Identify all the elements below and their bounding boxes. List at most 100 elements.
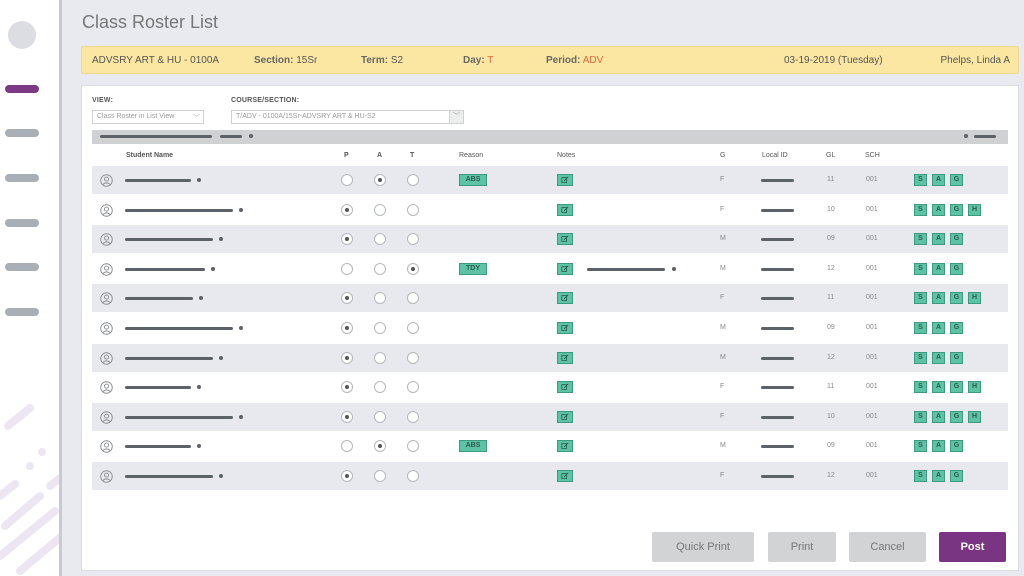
attendance-radio-a[interactable] [374,351,386,364]
print-button[interactable]: Print [768,532,836,562]
attendance-radio-p[interactable] [341,381,353,394]
tag-badge-a[interactable]: A [932,174,945,186]
attendance-radio-p[interactable] [341,470,353,482]
tag-badge-a[interactable]: A [932,203,945,216]
tag-badge-g[interactable]: G [950,262,963,275]
student-name-redacted[interactable] [125,208,233,212]
tag-badge-g[interactable]: G [950,233,963,246]
student-name-redacted[interactable] [125,386,191,390]
attendance-radio-t[interactable] [407,470,419,482]
edit-note-icon[interactable] [557,470,573,482]
tag-badge-s[interactable]: S [914,174,927,186]
reason-badge[interactable]: ABS [459,440,487,453]
quick-print-button[interactable]: Quick Print [652,532,754,562]
col-tardy[interactable]: T [410,152,414,159]
attendance-radio-p[interactable] [341,174,353,186]
attendance-radio-a[interactable] [374,262,386,275]
edit-note-icon[interactable] [557,262,573,275]
cancel-button[interactable]: Cancel [849,532,926,562]
course-section-select[interactable]: T/ADV - 0100A/15Sr-ADVSRY ART & HU-S2 ﹀ [231,110,464,124]
attendance-radio-a[interactable] [374,322,386,334]
edit-note-icon[interactable] [557,440,573,453]
student-name-redacted[interactable] [125,267,205,271]
col-present[interactable]: P [344,152,349,159]
tag-badge-s[interactable]: S [914,262,927,275]
tag-badge-s[interactable]: S [914,351,927,364]
attendance-radio-t[interactable] [407,174,419,186]
tag-badge-g[interactable]: G [950,174,963,186]
attendance-radio-a[interactable] [374,233,386,246]
edit-note-icon[interactable] [557,351,573,364]
tag-badge-a[interactable]: A [932,322,945,334]
col-school[interactable]: SCH [865,152,880,159]
attendance-radio-t[interactable] [407,351,419,364]
tag-badge-a[interactable]: A [932,262,945,275]
attendance-radio-t[interactable] [407,292,419,305]
tag-badge-a[interactable]: A [932,440,945,453]
tag-badge-s[interactable]: S [914,410,927,423]
attendance-radio-t[interactable] [407,410,419,423]
attendance-radio-a[interactable] [374,381,386,394]
tag-badge-s[interactable]: S [914,203,927,216]
student-name-redacted[interactable] [125,415,233,419]
attendance-radio-a[interactable] [374,174,386,186]
tag-badge-s[interactable]: S [914,322,927,334]
edit-note-icon[interactable] [557,322,573,334]
tag-badge-a[interactable]: A [932,233,945,246]
col-grade-level[interactable]: GL [826,152,835,159]
tag-badge-a[interactable]: A [932,381,945,394]
attendance-radio-a[interactable] [374,410,386,423]
attendance-radio-p[interactable] [341,440,353,453]
col-absent[interactable]: A [377,152,382,159]
attendance-radio-t[interactable] [407,262,419,275]
sidebar-nav-item-1[interactable] [5,85,39,93]
edit-note-icon[interactable] [557,203,573,216]
tag-badge-g[interactable]: G [950,351,963,364]
attendance-radio-t[interactable] [407,233,419,246]
sidebar-nav-item-5[interactable] [5,263,39,271]
tag-badge-a[interactable]: A [932,410,945,423]
user-avatar[interactable] [8,21,36,49]
attendance-radio-a[interactable] [374,440,386,453]
edit-note-icon[interactable] [557,381,573,394]
col-gender[interactable]: G [720,152,725,159]
tag-badge-h[interactable]: H [968,410,981,423]
attendance-radio-p[interactable] [341,292,353,305]
attendance-radio-p[interactable] [341,322,353,334]
edit-note-icon[interactable] [557,292,573,305]
attendance-radio-p[interactable] [341,262,353,275]
edit-note-icon[interactable] [557,410,573,423]
col-student-name[interactable]: Student Name [126,152,173,159]
tag-badge-g[interactable]: G [950,470,963,482]
student-name-redacted[interactable] [125,356,213,360]
attendance-radio-a[interactable] [374,292,386,305]
tag-badge-g[interactable]: G [950,322,963,334]
sidebar-nav-item-4[interactable] [5,219,39,227]
student-name-redacted[interactable] [125,475,213,478]
attendance-radio-t[interactable] [407,440,419,453]
attendance-radio-a[interactable] [374,203,386,216]
attendance-radio-t[interactable] [407,203,419,216]
tag-badge-a[interactable]: A [932,470,945,482]
student-name-redacted[interactable] [125,297,193,301]
attendance-radio-p[interactable] [341,203,353,216]
view-select[interactable]: Class Roster in List View ﹀ [92,110,204,124]
tag-badge-a[interactable]: A [932,292,945,305]
edit-note-icon[interactable] [557,174,573,186]
student-name-redacted[interactable] [125,327,233,330]
col-reason[interactable]: Reason [459,152,483,159]
attendance-radio-p[interactable] [341,233,353,246]
reason-badge[interactable]: TDY [459,262,487,275]
post-button[interactable]: Post [939,532,1006,562]
sidebar-nav-item-2[interactable] [5,129,39,137]
attendance-radio-t[interactable] [407,381,419,394]
tag-badge-g[interactable]: G [950,440,963,453]
tag-badge-s[interactable]: S [914,470,927,482]
tag-badge-g[interactable]: G [950,410,963,423]
student-name-redacted[interactable] [125,445,191,449]
tag-badge-g[interactable]: G [950,292,963,305]
tag-badge-h[interactable]: H [968,292,981,305]
col-notes[interactable]: Notes [557,152,575,159]
tag-badge-s[interactable]: S [914,440,927,453]
tag-badge-h[interactable]: H [968,203,981,216]
